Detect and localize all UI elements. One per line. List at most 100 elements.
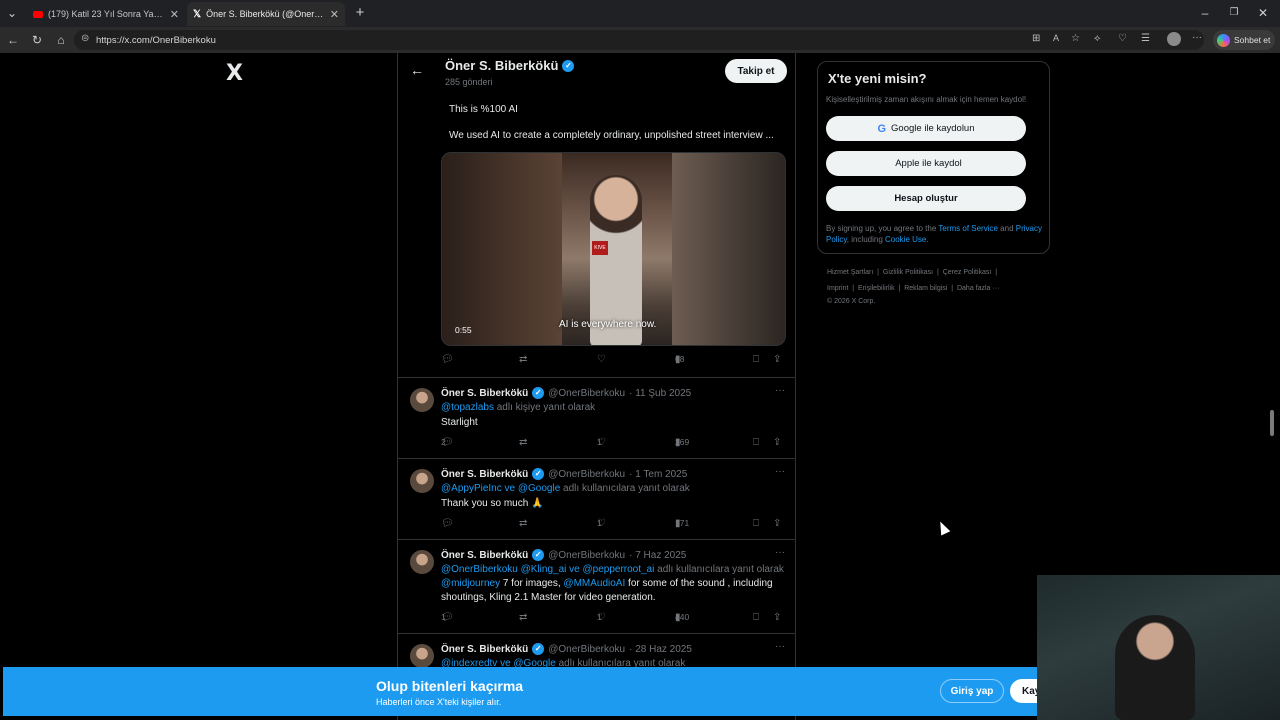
more-options-icon[interactable]: ··· <box>775 466 785 477</box>
avatar[interactable] <box>410 388 434 412</box>
tab-title: (179) Katil 23 Yıl Sonra Yakalandığı <box>48 9 165 19</box>
reply-mentions[interactable]: @topazlabs <box>441 402 494 413</box>
post-date[interactable]: · 7 Haz 2025 <box>629 550 686 561</box>
post-author-line: Öner S. Biberkökü ✓ @OnerBiberkoku · 11 … <box>441 387 691 399</box>
footer-link[interactable]: Reklam bilgisi <box>904 285 947 292</box>
restore-icon[interactable]: ❐ <box>1226 5 1242 21</box>
reply-suffix: adlı kişiye yanıt olarak <box>496 402 596 413</box>
author-handle[interactable]: @OnerBiberkoku <box>548 388 625 399</box>
google-signup-button[interactable]: G Google ile kaydolun <box>826 116 1026 141</box>
author-handle[interactable]: @OnerBiberkoku <box>548 644 625 655</box>
webcam-person <box>1115 615 1195 720</box>
post-item[interactable]: Öner S. Biberkökü ✓ @OnerBiberkoku · 7 H… <box>398 539 795 633</box>
post-author-line: Öner S. Biberkökü ✓ @OnerBiberkoku · 28 … <box>441 643 692 655</box>
verified-badge-icon: ✓ <box>532 643 545 655</box>
author-name[interactable]: Öner S. Biberkökü <box>441 644 528 655</box>
mention-link[interactable]: @midjourney <box>441 578 500 589</box>
post-author-line: Öner S. Biberkökü ✓ @OnerBiberkoku · 1 T… <box>441 468 687 480</box>
video-player[interactable]: KIVE 0:55 AI is everywhere now. <box>441 152 786 346</box>
tab-x-profile[interactable]: 𝕏 Öner S. Biberkökü (@OnerBiberku ✕ <box>187 2 345 26</box>
banner-subtitle: Haberleri önce X'teki kişiler alır. <box>376 697 502 707</box>
app-available-icon[interactable]: ⊞ <box>1032 33 1040 44</box>
tab-list-icon[interactable]: ⌄ <box>4 5 20 21</box>
google-signup-label: Google ile kaydolun <box>891 123 975 134</box>
terms-text: and <box>997 224 1016 233</box>
post-actions: 💬︎ 2 ⇄ ♡ 1 ▮ 269 ⎕ ⇪ <box>441 437 782 448</box>
site-info-icon[interactable]: ⊜ <box>81 33 89 44</box>
post-count: 285 gönderi <box>445 77 493 87</box>
close-tab-icon[interactable]: ✕ <box>330 8 339 21</box>
footer-link[interactable]: Çerez Politikası <box>943 269 992 276</box>
avatar[interactable] <box>410 644 434 668</box>
x-logo-icon[interactable]: X <box>226 61 243 86</box>
profile-header: ← Öner S. Biberkökü ✓ 285 gönderi Takip … <box>398 53 795 93</box>
cookie-use-link[interactable]: Cookie Use. <box>885 235 929 244</box>
author-name[interactable]: Öner S. Biberkökü <box>441 469 528 480</box>
more-menu-icon[interactable]: ··· <box>1192 32 1202 43</box>
post-date[interactable]: · 28 Haz 2025 <box>629 644 692 655</box>
terms-of-service-link[interactable]: Terms of Service <box>938 224 998 233</box>
more-options-icon[interactable]: ··· <box>775 547 785 558</box>
reply-count: 2 <box>441 437 446 447</box>
create-account-button[interactable]: Hesap oluştur <box>826 186 1026 211</box>
back-arrow-icon[interactable]: ← <box>410 62 424 78</box>
footer-link[interactable]: Hizmet Şartları <box>827 269 873 276</box>
verified-badge-icon: ✓ <box>562 59 575 72</box>
footer-link[interactable]: Erişilebilirlik <box>858 285 895 292</box>
url-input[interactable]: ⊜ https://x.com/OnerBiberkoku ⊞ A ☆ ⟡ ♡ … <box>74 30 1204 50</box>
post-actions: 💬︎ ⇄ ♡ 1 ▮ 171 ⎕ ⇪ <box>441 518 782 529</box>
post-text: @midjourney 7 for images, @MMAudioAI for… <box>441 577 786 605</box>
author-handle[interactable]: @OnerBiberkoku <box>548 469 625 480</box>
favorites-icon[interactable]: ☰ <box>1141 33 1150 44</box>
video-duration: 0:55 <box>455 325 472 335</box>
avatar[interactable] <box>410 550 434 574</box>
back-icon[interactable]: ← <box>5 32 21 48</box>
post-date[interactable]: · 11 Şub 2025 <box>629 388 691 399</box>
follow-button[interactable]: Takip et <box>725 59 787 83</box>
refresh-icon[interactable]: ↻ <box>29 32 45 48</box>
reply-mentions[interactable]: @AppyPieInc ve @Google <box>441 483 560 494</box>
reply-mentions[interactable]: @OnerBiberkoku @Kling_ai ve @pepperroot_… <box>441 564 654 575</box>
close-window-icon[interactable]: ✕ <box>1255 5 1271 21</box>
url-text: https://x.com/OnerBiberkoku <box>96 34 216 46</box>
views-count: 440 <box>675 612 690 622</box>
tab-youtube[interactable]: (179) Katil 23 Yıl Sonra Yakalandığı ✕ <box>27 2 185 26</box>
like-count: 1 <box>597 437 602 447</box>
favorite-star-icon[interactable]: ☆ <box>1071 33 1080 44</box>
verified-badge-icon: ✓ <box>532 549 545 561</box>
login-button[interactable]: Giriş yap <box>940 679 1004 703</box>
minimize-icon[interactable]: – <box>1197 5 1213 21</box>
page-scrollbar[interactable] <box>1270 410 1274 436</box>
home-icon[interactable]: ⌂ <box>53 32 69 48</box>
timeline-column: ← Öner S. Biberkökü ✓ 285 gönderi Takip … <box>397 53 796 720</box>
browser-essentials-icon[interactable]: ♡ <box>1118 33 1127 44</box>
profile-name-text: Öner S. Biberkökü <box>445 58 559 73</box>
author-name[interactable]: Öner S. Biberkökü <box>441 388 528 399</box>
post-item[interactable]: Öner S. Biberkökü ✓ @OnerBiberkoku · 1 T… <box>398 458 795 539</box>
footer-link[interactable]: Imprint <box>827 285 848 292</box>
footer-more-link[interactable]: Daha fazla ··· <box>957 285 999 292</box>
new-tab-icon[interactable]: + <box>352 5 368 21</box>
read-aloud-icon[interactable]: A <box>1053 33 1059 43</box>
author-name[interactable]: Öner S. Biberkökü <box>441 550 528 561</box>
verified-badge-icon: ✓ <box>532 468 545 480</box>
mention-link[interactable]: @MMAudioAI <box>563 578 625 589</box>
reply-context: @AppyPieInc ve @Google adlı kullanıcılar… <box>441 482 786 496</box>
profile-avatar-icon[interactable] <box>1167 32 1181 46</box>
browser-tab-bar: ⌄ (179) Katil 23 Yıl Sonra Yakalandığı ✕… <box>0 0 1280 27</box>
post-actions: 💬︎ ⇄ ♡ ▮ 68 ⎕ ⇪ <box>441 354 782 365</box>
terms-text: By signing up, you agree to the <box>826 224 939 233</box>
apple-signup-button[interactable]: Apple ile kaydol <box>826 151 1026 176</box>
more-options-icon[interactable]: ··· <box>775 385 785 396</box>
post-date[interactable]: · 1 Tem 2025 <box>629 469 687 480</box>
post-item[interactable]: Öner S. Biberkökü ✓ @OnerBiberkoku · 11 … <box>398 377 795 458</box>
avatar[interactable] <box>410 469 434 493</box>
copilot-chat-button[interactable]: Sohbet et <box>1213 30 1275 50</box>
more-options-icon[interactable]: ··· <box>775 641 785 652</box>
close-tab-icon[interactable]: ✕ <box>170 8 179 21</box>
author-handle[interactable]: @OnerBiberkoku <box>548 550 625 561</box>
extensions-icon[interactable]: ⟡ <box>1094 33 1101 44</box>
footer-link[interactable]: Gizlilik Politikası <box>883 269 933 276</box>
post-text: Starlight <box>441 417 478 428</box>
address-bar-row: ← ↻ ⌂ ⊜ https://x.com/OnerBiberkoku ⊞ A … <box>0 27 1280 53</box>
